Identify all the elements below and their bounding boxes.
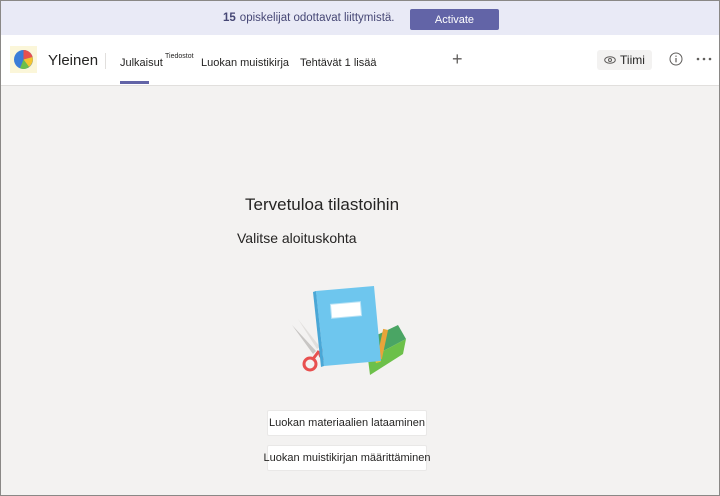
team-button-label: Tiimi — [620, 53, 645, 67]
tab-class-notebook[interactable]: Luokan muistikirja — [201, 57, 289, 69]
channel-name: Yleinen — [48, 52, 99, 69]
plus-icon[interactable]: + — [452, 50, 463, 68]
header-divider — [105, 53, 106, 69]
tab-assignments[interactable]: Tehtävät 1 lisää — [300, 57, 376, 69]
info-icon[interactable] — [669, 52, 683, 66]
welcome-title: Tervetuloa tilastoihin — [245, 195, 400, 214]
welcome-subtitle: Valitse aloituskohta — [237, 230, 357, 246]
student-banner: 15 opiskelijat odottavat liittymistä. Act… — [1, 1, 719, 35]
banner-text: opiskelijat odottavat liittymistä. — [239, 12, 395, 24]
tab-files[interactable]: Tiedostot — [165, 53, 194, 60]
set-up-class-notebook-button[interactable]: Luokan muistikirjan määrittäminen — [264, 445, 430, 471]
banner-count: 15 — [223, 12, 236, 24]
banner-message: 15 opiskelijat odottavat liittymistä. — [223, 12, 394, 24]
team-button[interactable]: Tiimi — [597, 50, 652, 70]
notebook-scissors-illustration — [292, 286, 406, 375]
upload-class-materials-button[interactable]: Luokan materiaalien lataaminen — [267, 410, 427, 436]
more-icon[interactable] — [696, 56, 712, 62]
tab-posts[interactable]: Julkaisut — [120, 57, 163, 69]
team-avatar-icon[interactable] — [10, 46, 37, 73]
activate-button[interactable]: Activate — [410, 9, 499, 30]
active-tab-indicator — [120, 81, 149, 84]
eye-icon — [604, 56, 616, 64]
channel-header: Yleinen Julkaisut Tiedostot Luokan muist… — [1, 35, 719, 86]
